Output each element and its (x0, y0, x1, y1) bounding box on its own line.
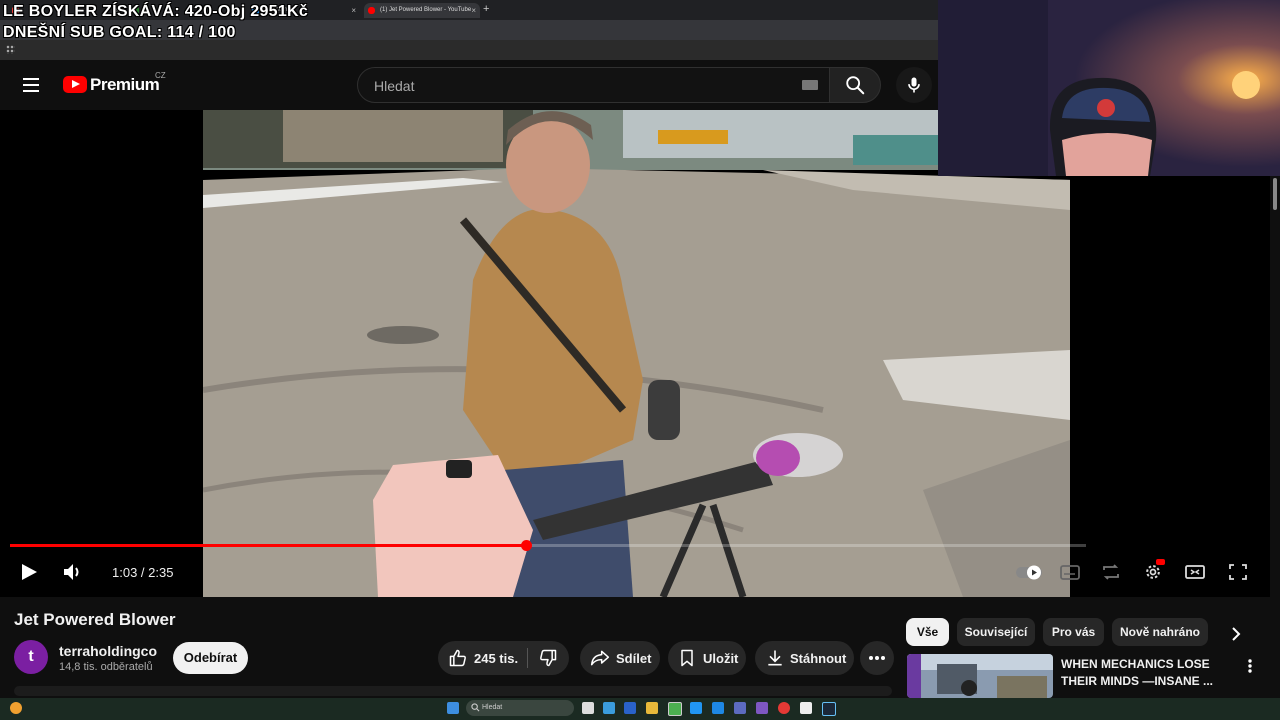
save-button[interactable]: Uložit (668, 641, 746, 675)
logo-text[interactable]: Premium (90, 75, 160, 95)
chips-next-button[interactable] (1228, 626, 1244, 642)
tab-label: (1) Jet Powered Blower - YouTube (380, 7, 472, 13)
play-icon (22, 564, 37, 580)
app-icon[interactable] (734, 702, 746, 714)
subscribe-button[interactable]: Odebírat (173, 642, 248, 674)
app-icon[interactable] (712, 702, 724, 714)
subscriber-count: 14,8 tis. odběratelů (59, 661, 153, 673)
bookmarks-bar (0, 40, 938, 60)
settings-button[interactable] (1142, 559, 1165, 582)
fullscreen-button[interactable] (1227, 562, 1249, 582)
autoplay-toggle-icon (1016, 565, 1042, 580)
subtitles-button[interactable] (1059, 562, 1081, 582)
more-actions-button[interactable] (860, 641, 894, 675)
search-button[interactable] (829, 67, 881, 103)
mute-button[interactable] (62, 562, 84, 582)
recommendation-title[interactable]: WHEN MECHANICS LOSE THEIR MINDS —INSANE … (1061, 656, 1231, 690)
progress-bar-played (10, 544, 526, 547)
hd-badge (1156, 559, 1165, 565)
microphone-icon (908, 77, 920, 93)
progress-scrubber-handle[interactable] (521, 540, 532, 551)
logo-region: CZ (155, 71, 166, 80)
chip-all[interactable]: Vše (906, 618, 949, 646)
overlay-sub-goal-text: DNEŠNÍ SUB GOAL: 114 / 100 (3, 24, 236, 41)
chip-recently-uploaded[interactable]: Nově nahráno (1112, 618, 1208, 646)
time-display: 1:03 / 2:35 (112, 565, 174, 580)
taskbar-search[interactable]: Hledat (466, 700, 574, 716)
recommendation-thumbnail-image (907, 654, 1053, 698)
more-horizontal-icon (869, 656, 885, 660)
channel-name[interactable]: terraholdingco (59, 643, 157, 659)
like-count: 245 tis. (474, 651, 519, 666)
share-icon (590, 650, 610, 666)
scrollbar-thumb[interactable] (1273, 178, 1277, 210)
windows-taskbar (0, 698, 1280, 720)
youtube-favicon-icon (368, 7, 375, 14)
like-button[interactable]: 245 tis. (438, 641, 527, 675)
keyboard-icon[interactable] (802, 80, 818, 90)
more-vertical-icon (1248, 659, 1252, 673)
store-icon[interactable] (624, 702, 636, 714)
play-button[interactable] (18, 562, 40, 582)
hamburger-menu-icon[interactable] (23, 78, 39, 92)
search-icon (846, 76, 865, 95)
taskbar-search-icon (471, 703, 480, 712)
loop-button[interactable] (1100, 562, 1122, 582)
discord-icon[interactable] (756, 702, 768, 714)
steam-icon[interactable] (822, 702, 836, 716)
theater-mode-icon (1185, 565, 1205, 579)
video-frame[interactable] (203, 110, 1070, 597)
bookmark-icon (681, 649, 693, 667)
chip-related[interactable]: Související (957, 618, 1035, 646)
video-title: Jet Powered Blower (14, 610, 176, 629)
youtube-logo-icon[interactable] (63, 76, 87, 93)
loop-icon (1103, 564, 1119, 580)
save-label: Uložit (703, 651, 739, 666)
voice-search-button[interactable] (896, 67, 932, 103)
edge-icon[interactable] (603, 702, 615, 714)
task-view-icon[interactable] (582, 702, 594, 714)
chrome-icon[interactable] (668, 702, 682, 716)
like-dislike-group: 245 tis. (438, 641, 569, 675)
share-label: Sdílet (616, 651, 652, 666)
chip-for-you[interactable]: Pro vás (1043, 618, 1104, 646)
weather-icon[interactable] (10, 702, 22, 714)
thumbs-down-icon (540, 649, 557, 667)
gear-icon (1146, 565, 1160, 579)
close-icon[interactable]: × (351, 3, 356, 18)
browser-tab-active[interactable]: (1) Jet Powered Blower - YouTube × (364, 3, 480, 18)
obs-icon[interactable] (778, 702, 790, 714)
app-icon[interactable] (800, 702, 812, 714)
overlay-donation-text: LE BOYLER ZÍSKÁVÁ: 420-Obj 2951Kč (3, 3, 309, 20)
video-scene-image (203, 110, 1070, 597)
search-input[interactable] (372, 76, 796, 96)
recommendation-thumbnail[interactable] (907, 654, 1053, 698)
page-scrollbar[interactable] (1272, 176, 1278, 698)
thumbs-up-icon (449, 649, 466, 667)
autoplay-toggle[interactable] (1015, 562, 1043, 582)
fullscreen-icon (1229, 564, 1247, 580)
app-icon[interactable] (690, 702, 702, 714)
webcam-overlay (938, 0, 1280, 176)
share-button[interactable]: Sdílet (580, 641, 660, 675)
recommendation-menu-button[interactable] (1245, 658, 1255, 674)
download-label: Stáhnout (790, 651, 847, 666)
download-button[interactable]: Stáhnout (755, 641, 854, 675)
like-divider (527, 648, 528, 668)
apps-grid-icon[interactable] (6, 45, 15, 54)
new-tab-button[interactable]: + (483, 3, 489, 15)
subtitles-icon (1060, 565, 1080, 580)
webcam-feed-image (938, 0, 1280, 176)
start-icon[interactable] (447, 702, 459, 714)
file-explorer-icon[interactable] (646, 702, 658, 714)
download-icon (768, 650, 782, 666)
description-box[interactable] (14, 686, 892, 696)
channel-avatar[interactable]: t (14, 640, 48, 674)
volume-icon (64, 564, 79, 580)
chevron-right-icon (1232, 627, 1241, 641)
close-icon[interactable]: × (471, 3, 476, 18)
theater-mode-button[interactable] (1184, 562, 1206, 582)
dislike-button[interactable] (530, 641, 569, 675)
